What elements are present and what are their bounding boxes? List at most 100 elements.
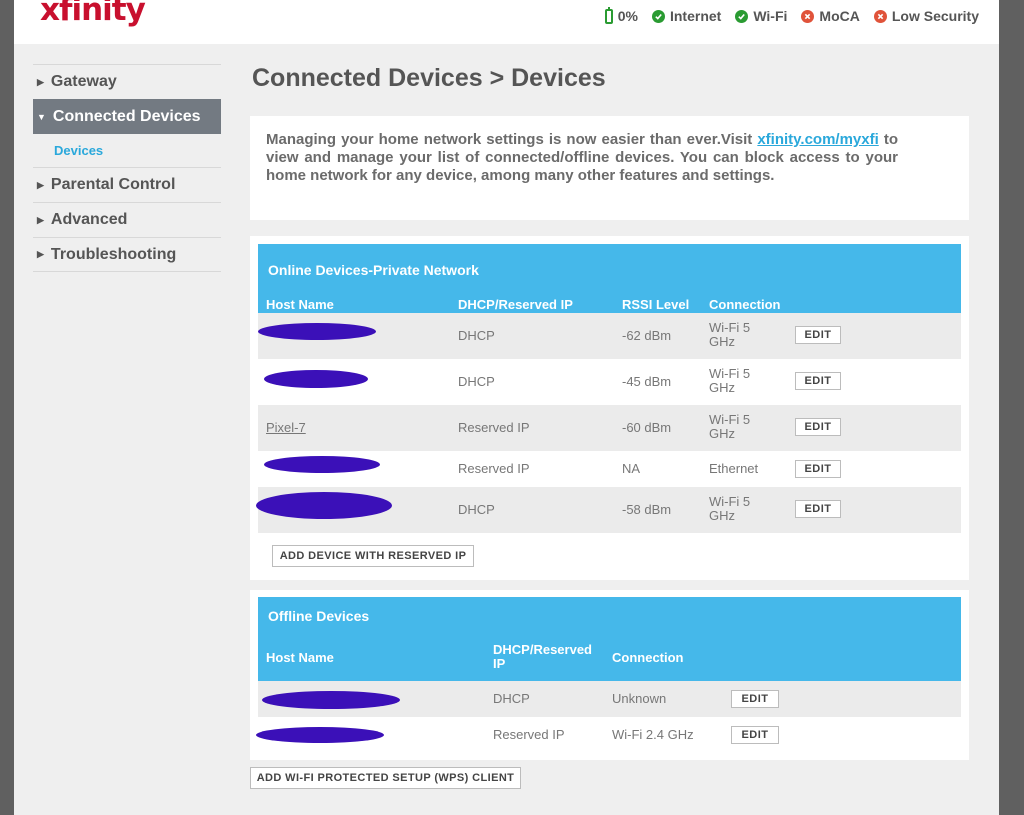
status-security: Low Security: [873, 8, 979, 24]
row-connection: Unknown: [612, 691, 667, 706]
check-circle-icon: [735, 9, 749, 23]
row-connection: Wi-Fi 5 GHz: [709, 413, 750, 441]
row-rssi: -62 dBm: [622, 328, 672, 343]
status-battery-label: 0%: [617, 8, 638, 24]
edit-button[interactable]: EDIT: [795, 372, 841, 390]
status-internet-label: Internet: [669, 8, 722, 24]
row-connection-line2: GHz: [709, 380, 735, 395]
status-internet: Internet: [651, 8, 722, 24]
chevron-right-icon: ▶: [37, 76, 44, 87]
status-moca-label: MoCA: [819, 8, 860, 24]
table-row: DHCP -58 dBm Wi-Fi 5 GHz EDIT: [256, 487, 961, 533]
col-host-name: Host Name: [266, 650, 334, 665]
col-dhcp-reserved-line1: DHCP/Reserved: [493, 642, 592, 657]
sidebar-nav: ▶ Gateway ▼ Connected Devices Devices ▶ …: [33, 64, 221, 272]
sidebar-item-label: Connected Devices: [52, 107, 201, 125]
row-ip-type: Reserved IP: [493, 727, 565, 742]
status-battery: 0%: [604, 6, 638, 24]
row-rssi: -60 dBm: [622, 420, 672, 435]
row-connection-line1: Wi-Fi 5: [709, 494, 751, 509]
add-wps-client-button[interactable]: ADD WI-FI PROTECTED SETUP (WPS) CLIENT: [250, 767, 521, 789]
chevron-right-icon: ▶: [37, 214, 44, 225]
edit-button[interactable]: EDIT: [795, 418, 841, 436]
edit-button[interactable]: EDIT: [795, 460, 841, 478]
row-rssi: -45 dBm: [622, 374, 672, 389]
online-section-title: Online Devices-Private Network: [268, 262, 479, 278]
router-admin-page: xfinity 0% Internet Wi-Fi MoCA Low Secur…: [14, 0, 999, 815]
online-table-header: Online Devices-Private Network Host Name…: [258, 244, 961, 313]
col-dhcp-reserved-line2: IP: [493, 656, 506, 671]
info-text: Managing your home network settings is n…: [266, 131, 898, 185]
row-host-name[interactable]: Pixel-7: [266, 420, 306, 435]
offline-section-title: Offline Devices: [268, 608, 370, 624]
top-header: xfinity 0% Internet Wi-Fi MoCA Low Secur…: [14, 0, 999, 44]
sidebar-item-gateway[interactable]: ▶ Gateway: [33, 64, 221, 99]
table-row: Pixel-7 Reserved IP -60 dBm Wi-Fi 5 GHz E…: [258, 405, 961, 451]
battery-icon: [604, 6, 613, 24]
sidebar-item-label: Advanced: [50, 211, 128, 228]
offline-table-header: Offline Devices Host Name DHCP/Reserved I…: [258, 597, 961, 681]
redacted-host-name: [262, 691, 400, 709]
redacted-host-name: [258, 323, 376, 340]
x-circle-icon: [873, 9, 887, 23]
table-row: Reserved IP NA Ethernet EDIT: [258, 451, 961, 487]
row-connection: Wi-Fi 5 GHz: [709, 321, 750, 349]
table-row: DHCP -62 dBm Wi-Fi 5 GHz EDIT: [258, 313, 961, 359]
row-ip-type: DHCP: [458, 502, 495, 517]
chevron-right-icon: ▶: [37, 249, 44, 259]
add-device-reserved-ip-button[interactable]: ADD DEVICE WITH RESERVED IP: [272, 545, 474, 567]
edit-button[interactable]: EDIT: [795, 500, 841, 518]
col-connection: Connection: [612, 650, 684, 665]
sidebar-item-connected-devices[interactable]: ▼ Connected Devices: [33, 99, 221, 134]
redacted-host-name: [264, 370, 368, 388]
row-connection-line2: GHz: [709, 426, 735, 441]
sidebar-subitem-devices[interactable]: Devices: [33, 134, 221, 167]
sidebar-item-troubleshooting[interactable]: ▶ Troubleshooting: [33, 237, 221, 272]
table-row: DHCP -45 dBm Wi-Fi 5 GHz EDIT: [258, 359, 961, 405]
row-ip-type: DHCP: [493, 691, 530, 706]
table-row: Reserved IP Wi-Fi 2.4 GHz EDIT: [256, 717, 961, 753]
status-bar: 0% Internet Wi-Fi MoCA Low Security: [604, 6, 979, 24]
row-connection-line1: Wi-Fi 5: [709, 320, 751, 335]
sidebar-item-label: Troubleshooting: [50, 245, 177, 263]
status-security-label: Low Security: [891, 8, 979, 24]
row-connection: Wi-Fi 5 GHz: [709, 367, 750, 395]
redacted-host-name: [264, 456, 380, 473]
edit-button[interactable]: EDIT: [731, 690, 779, 708]
row-connection-line2: GHz: [709, 334, 735, 349]
row-rssi: -58 dBm: [622, 502, 672, 517]
x-circle-icon: [801, 9, 815, 23]
redacted-host-name: [256, 727, 384, 743]
sidebar-item-label: Parental Control: [50, 176, 176, 193]
sidebar-item-label: Gateway: [50, 73, 117, 90]
xfinity-logo[interactable]: xfinity: [40, 0, 146, 28]
col-dhcp-reserved-ip: DHCP/Reserved IP: [493, 643, 592, 671]
edit-button[interactable]: EDIT: [795, 326, 841, 344]
row-connection-line1: Wi-Fi 5: [709, 412, 751, 427]
myxfi-link[interactable]: xfinity.com/myxfi: [757, 131, 878, 148]
chevron-right-icon: ▶: [37, 179, 44, 190]
row-connection: Wi-Fi 5 GHz: [709, 495, 750, 523]
chevron-down-icon: ▼: [37, 111, 46, 122]
sidebar-item-parental-control[interactable]: ▶ Parental Control: [33, 167, 221, 202]
table-row: DHCP Unknown EDIT: [258, 681, 961, 717]
page-title: Connected Devices > Devices: [252, 64, 606, 92]
check-circle-icon: [651, 9, 665, 23]
redacted-host-name: [256, 492, 392, 519]
status-moca: MoCA: [801, 8, 860, 24]
status-wifi-label: Wi-Fi: [753, 8, 788, 24]
status-wifi: Wi-Fi: [735, 8, 787, 24]
row-connection: Wi-Fi 2.4 GHz: [612, 727, 694, 742]
sidebar-item-advanced[interactable]: ▶ Advanced: [33, 202, 221, 237]
col-rssi-level: RSSI Level: [622, 297, 690, 312]
edit-button[interactable]: EDIT: [731, 726, 779, 744]
row-connection-line2: GHz: [709, 508, 735, 523]
col-connection: Connection: [709, 297, 781, 312]
row-ip-type: DHCP: [458, 374, 495, 389]
row-ip-type: Reserved IP: [458, 420, 530, 435]
info-panel: Managing your home network settings is n…: [250, 116, 969, 220]
offline-devices-card: Offline Devices Host Name DHCP/Reserved I…: [250, 590, 969, 760]
col-host-name: Host Name: [266, 297, 334, 312]
row-ip-type: DHCP: [458, 328, 495, 343]
row-ip-type: Reserved IP: [458, 461, 530, 476]
